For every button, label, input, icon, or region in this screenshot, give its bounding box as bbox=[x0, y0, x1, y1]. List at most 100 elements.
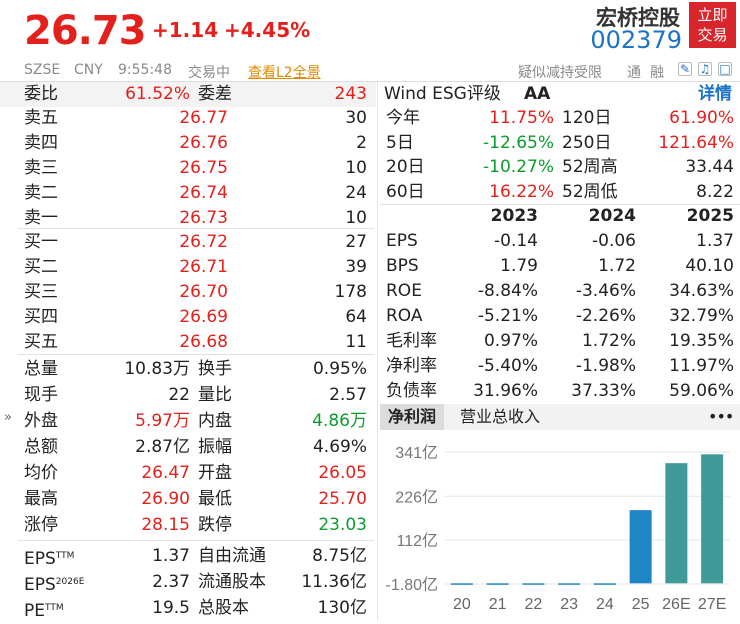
bell-icon[interactable]: ♫ bbox=[698, 62, 712, 76]
ask-label: 卖五 bbox=[24, 108, 58, 128]
fin-value: 59.06% bbox=[669, 381, 734, 401]
price-change: +1.14 bbox=[152, 18, 219, 42]
y-tick-label: 226亿 bbox=[395, 488, 438, 506]
reduction-notice: 疑似减持受限 bbox=[518, 65, 602, 81]
bid-row: 买四 26.69 64 bbox=[0, 305, 376, 330]
stat-value: 10.83万 bbox=[124, 359, 190, 379]
bar-21 bbox=[486, 583, 509, 585]
perf-value-2: 8.22 bbox=[696, 181, 734, 202]
x-tick-label: 21 bbox=[489, 596, 507, 613]
fund-value: 2.37 bbox=[152, 572, 190, 592]
bid-row: 买五 26.68 11 bbox=[0, 330, 376, 355]
bid-label: 买二 bbox=[24, 257, 58, 277]
x-tick-label: 23 bbox=[560, 596, 578, 613]
fin-row: 负债率 31.96% 37.33% 59.06% bbox=[380, 379, 740, 404]
stat-value: 26.90 bbox=[141, 489, 190, 509]
fin-value: 1.72 bbox=[598, 256, 636, 276]
bid-price: 26.69 bbox=[179, 307, 228, 327]
fin-row: BPS 1.79 1.72 40.10 bbox=[380, 254, 740, 279]
connect-tag: 通 bbox=[627, 65, 641, 81]
perf-label: 20日 bbox=[386, 157, 425, 177]
fin-value: 19.35% bbox=[669, 331, 734, 351]
quote-time: 9:55:48 bbox=[118, 62, 172, 78]
header-tools: ✎ ♫ □ bbox=[678, 62, 732, 76]
x-tick-label: 22 bbox=[524, 596, 542, 613]
fund-row: PETTM 19.5 总股本 130亿 bbox=[0, 596, 376, 621]
weibi-row: 委比 61.52% 委差 243 bbox=[0, 82, 376, 107]
stat-row: 外盘 5.97万 内盘 4.86万 bbox=[0, 409, 376, 434]
fund-label-2: 自由流通 bbox=[198, 546, 266, 566]
tab-revenue[interactable]: 营业总收入 bbox=[452, 404, 548, 430]
fund-label: EPSTTM bbox=[24, 544, 74, 572]
quote-header: 26.73 +1.14 +4.45% 宏桥控股 002379 立即 交易 SZS… bbox=[0, 0, 740, 82]
esg-rating: AA bbox=[524, 84, 551, 104]
bid-label: 买三 bbox=[24, 282, 58, 302]
stat-label: 最低 bbox=[198, 489, 232, 509]
stat-label: 开盘 bbox=[198, 463, 232, 483]
l2-panorama-link[interactable]: 查看L2全景 bbox=[248, 62, 321, 82]
fin-value: 0.97% bbox=[483, 331, 538, 351]
fin-value: 1.79 bbox=[500, 256, 538, 276]
trade-btn-line1: 立即 bbox=[697, 6, 728, 24]
y-tick-label: 341亿 bbox=[395, 444, 438, 462]
stat-label: 最高 bbox=[24, 489, 58, 509]
fin-value: 11.97% bbox=[669, 356, 734, 376]
fin-value: -8.84% bbox=[477, 281, 538, 301]
fin-value: 1.72% bbox=[581, 331, 636, 351]
esg-detail-link[interactable]: 详情 bbox=[670, 82, 732, 107]
fund-label-sup: TTM bbox=[45, 603, 64, 613]
tab-net-profit[interactable]: 净利润 bbox=[380, 404, 445, 430]
x-tick-label: 25 bbox=[632, 596, 650, 613]
expand-icon[interactable]: □ bbox=[718, 62, 732, 76]
x-tick-label: 27E bbox=[698, 596, 726, 613]
ask-row: 卖二 26.74 24 bbox=[0, 181, 376, 206]
year-col-2: 2024 bbox=[588, 206, 636, 226]
ask-volume: 30 bbox=[345, 108, 367, 128]
weicha-value: 243 bbox=[334, 84, 367, 104]
bid-price: 26.68 bbox=[179, 332, 228, 352]
stat-label: 涨停 bbox=[24, 515, 58, 535]
left-panel: 委比 61.52% 委差 243 卖五 26.77 30 卖四 26.76 2 卖三 26.7… bbox=[0, 82, 376, 621]
bid-volume: 178 bbox=[334, 282, 367, 302]
bar-23 bbox=[558, 583, 581, 585]
stat-label: 均价 bbox=[24, 463, 58, 483]
stat-value: 4.86万 bbox=[312, 411, 367, 431]
x-tick-label: 24 bbox=[596, 596, 614, 613]
fund-label: EPS2026E bbox=[24, 570, 84, 598]
fund-label-sup: TTM bbox=[55, 551, 75, 561]
trade-now-button[interactable]: 立即 交易 bbox=[689, 2, 736, 48]
fin-label: EPS bbox=[386, 231, 418, 251]
bid-price: 26.70 bbox=[179, 282, 228, 302]
trade-status: 交易中 bbox=[188, 65, 230, 81]
stat-label: 总额 bbox=[24, 437, 58, 457]
stat-label: 总量 bbox=[24, 359, 58, 379]
edit-icon[interactable]: ✎ bbox=[678, 62, 692, 76]
bid-row: 买一 26.72 27 bbox=[0, 230, 376, 255]
fund-value-2: 8.75亿 bbox=[312, 546, 367, 566]
fin-value: -0.06 bbox=[592, 231, 636, 251]
perf-value-2: 121.64% bbox=[658, 132, 734, 153]
fin-row: 毛利率 0.97% 1.72% 19.35% bbox=[380, 329, 740, 354]
margin-tag: 融 bbox=[650, 65, 664, 81]
stat-row: 最高 26.90 最低 25.70 bbox=[0, 487, 376, 512]
ask-price: 26.77 bbox=[179, 108, 228, 128]
bid-volume: 27 bbox=[345, 232, 367, 252]
stat-label: 内盘 bbox=[198, 411, 232, 431]
fin-value: 1.37 bbox=[696, 231, 734, 251]
perf-row: 60日 16.22% 52周低 8.22 bbox=[380, 180, 740, 205]
more-menu-icon[interactable]: ••• bbox=[700, 404, 740, 430]
fin-row: 净利率 -5.40% -1.98% 11.97% bbox=[380, 354, 740, 379]
bid-label: 买一 bbox=[24, 232, 58, 252]
weibi-value: 61.52% bbox=[125, 84, 190, 104]
perf-value: 11.75% bbox=[489, 108, 554, 128]
perf-row: 20日 -10.27% 52周高 33.44 bbox=[380, 155, 740, 180]
perf-value-2: 61.90% bbox=[669, 108, 734, 128]
stat-value: 2.87亿 bbox=[135, 437, 190, 457]
fin-label: 负债率 bbox=[386, 381, 437, 401]
perf-label-2: 120日 bbox=[562, 108, 612, 128]
stat-row: 均价 26.47 开盘 26.05 bbox=[0, 461, 376, 486]
fin-year-header: 2023 2024 2025 bbox=[380, 204, 740, 229]
stat-row: 总额 2.87亿 振幅 4.69% bbox=[0, 435, 376, 460]
ask-volume: 24 bbox=[345, 183, 367, 203]
stat-value: 25.70 bbox=[318, 489, 367, 509]
